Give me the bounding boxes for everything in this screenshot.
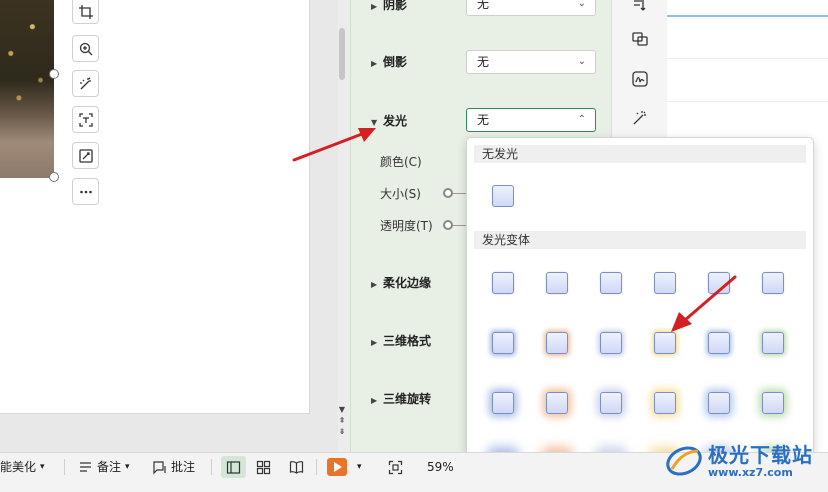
notes-icon [80,461,91,472]
reflection-section[interactable]: ▶ 倒影 [371,53,407,70]
hovered-glow-variant-background [641,316,691,371]
zoom-in-icon[interactable] [72,35,99,62]
glow-variant-swatch[interactable] [708,272,730,294]
glow-transparency-slider-track[interactable] [453,225,467,226]
glow-size-slider-track[interactable] [453,193,467,194]
collapsed-triangle-icon: ▶ [371,396,378,405]
fit-window-icon [388,460,403,474]
collapsed-triangle-icon: ▶ [371,2,378,11]
no-glow-option[interactable] [492,185,514,207]
selected-picture[interactable] [0,0,54,178]
collapsed-triangle-icon: ▶ [371,59,378,68]
glow-variant-swatch[interactable] [492,332,514,354]
expanded-triangle-icon: ▼ [371,118,378,127]
grid-view-icon [256,460,271,474]
glow-transparency-label: 透明度(T) [380,219,433,233]
glow-variant-swatch[interactable] [762,272,784,294]
page-navigation-arrows[interactable]: ▼ ⇞ ⇟ [336,404,348,437]
glow-variant-swatch[interactable] [762,332,784,354]
collapsed-triangle-icon: ▶ [371,280,378,289]
glow-variant-swatch[interactable] [546,332,568,354]
reflection-select[interactable]: 无 ⌄ [466,50,596,74]
glow-size-slider-thumb[interactable] [443,188,453,198]
normal-view-icon [226,460,241,474]
chevron-down-icon: ▾ [357,462,362,472]
glow-color-label: 颜色(C) [380,155,422,169]
comment-icon [153,460,166,474]
image-edit-icon[interactable] [72,142,99,169]
resize-handle-bottom-right[interactable] [49,172,59,182]
collapsed-triangle-icon: ▶ [371,338,378,347]
glow-variants-header: 发光变体 [474,231,806,249]
sort-icon[interactable] [629,0,651,16]
comments-button[interactable]: 批注 [152,453,195,481]
glow-variant-swatch[interactable] [600,332,622,354]
glow-variant-swatch[interactable] [654,392,676,414]
glow-section[interactable]: ▼ 发光 [371,112,407,129]
slideshow-button[interactable]: ▾ [327,453,362,481]
reading-view-button[interactable] [289,453,304,481]
slide-sorter-button[interactable] [256,453,271,481]
glow-size-label: 大小(S) [380,187,421,201]
glow-variant-swatch[interactable] [546,272,568,294]
glow-variant-swatch[interactable] [492,392,514,414]
site-watermark: 极光下载站 www.xz7.com [664,436,824,486]
glow-variant-swatch[interactable] [762,392,784,414]
vertical-scrollbar[interactable] [339,28,345,80]
glow-variant-swatch[interactable] [546,392,568,414]
fit-window-button[interactable] [388,453,403,481]
chevron-down-icon: ⌄ [577,0,586,9]
slide-page[interactable] [0,0,310,414]
normal-view-button[interactable] [221,456,246,478]
chevron-down-icon: ▾ [125,462,130,472]
resize-handle-top-right[interactable] [49,69,59,79]
glow-variant-swatch[interactable] [654,272,676,294]
glow-select[interactable]: 无 ⌃ [466,108,596,132]
shadow-section[interactable]: ▶ 阴影 [371,0,407,13]
signature-icon[interactable] [629,68,651,90]
rotation-3d-section[interactable]: ▶ 三维旋转 [371,390,431,407]
chevron-down-icon: ⌄ [577,56,586,67]
play-icon [327,458,347,476]
shadow-select[interactable]: 无 ⌄ [466,0,596,16]
magic-wand-icon[interactable] [72,70,99,97]
chevron-down-icon: ▾ [40,462,45,472]
beautify-button[interactable]: 能美化 ▾ [0,453,45,481]
no-glow-header: 无发光 [474,145,806,163]
glow-variant-swatch[interactable] [708,332,730,354]
glow-variant-swatch[interactable] [600,272,622,294]
book-icon [289,460,304,474]
glow-variant-swatch[interactable] [492,272,514,294]
more-options-icon[interactable] [72,178,99,205]
convert-icon[interactable] [629,28,651,50]
zoom-level[interactable]: 59% [427,453,454,481]
magic-wand-icon[interactable] [629,107,651,129]
watermark-logo-icon [666,446,702,476]
notes-button[interactable]: 备注 ▾ [78,453,130,481]
extract-text-icon[interactable] [72,106,99,133]
slide-canvas: ▼ ⇞ ⇟ [0,0,345,452]
glow-transparency-slider-thumb[interactable] [443,220,453,230]
format-3d-section[interactable]: ▶ 三维格式 [371,332,431,349]
chevron-up-icon: ⌃ [577,114,586,125]
soft-edges-section[interactable]: ▶ 柔化边缘 [371,274,431,291]
glow-variant-swatch[interactable] [600,392,622,414]
crop-icon[interactable] [72,0,99,24]
glow-variant-swatch[interactable] [708,392,730,414]
